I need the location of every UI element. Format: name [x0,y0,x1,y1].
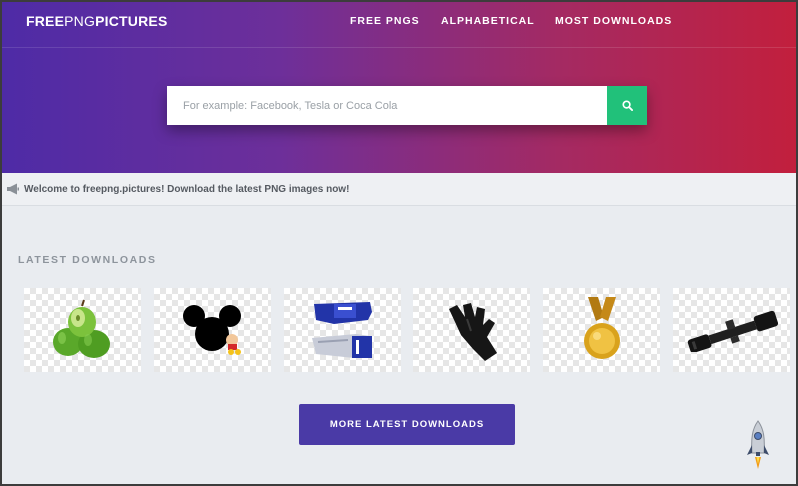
browser-frame: FREEPNGPICTURES FREE PNGS ALPHABETICAL M… [0,0,798,486]
thumb-racing-gloves[interactable] [284,288,401,372]
scroll-to-top-button[interactable] [746,419,770,476]
thumb-mickey-mouse[interactable] [154,288,271,372]
latest-downloads-title: LATEST DOWNLOADS [18,254,157,266]
welcome-banner: Welcome to freepng.pictures! Download th… [2,173,796,206]
thumb-rubber-glove[interactable] [413,288,530,372]
thumb-rifle-scope[interactable] [673,288,790,372]
logo-part-png: PNG [64,13,96,29]
nav-alphabetical[interactable]: ALPHABETICAL [441,15,535,27]
thumb-green-apples[interactable] [24,288,141,372]
search-bar [167,86,647,125]
mickey-image [182,305,241,355]
search-input[interactable] [167,86,607,125]
glove-image [448,303,497,361]
rocket-icon [747,420,769,469]
logo-part-pictures: PICTURES [95,13,168,29]
scope-image [687,310,778,352]
gloves-image [311,302,372,358]
nav-free-pngs[interactable]: FREE PNGS [350,15,420,27]
megaphone-icon [7,183,19,195]
welcome-text: Welcome to freepng.pictures! Download th… [24,184,350,195]
apples-image [52,299,110,358]
site-logo[interactable]: FREEPNGPICTURES [26,13,167,29]
logo-part-free: FREE [26,13,65,29]
search-icon [621,100,633,111]
search-button[interactable] [607,86,647,125]
more-latest-downloads-button[interactable]: MORE LATEST DOWNLOADS [299,404,515,445]
nav-most-downloads[interactable]: MOST DOWNLOADS [555,15,672,27]
hero-header: FREEPNGPICTURES FREE PNGS ALPHABETICAL M… [2,2,796,173]
medal-image [583,297,620,359]
nav-divider [2,47,796,48]
thumb-gold-medal[interactable] [543,288,660,372]
